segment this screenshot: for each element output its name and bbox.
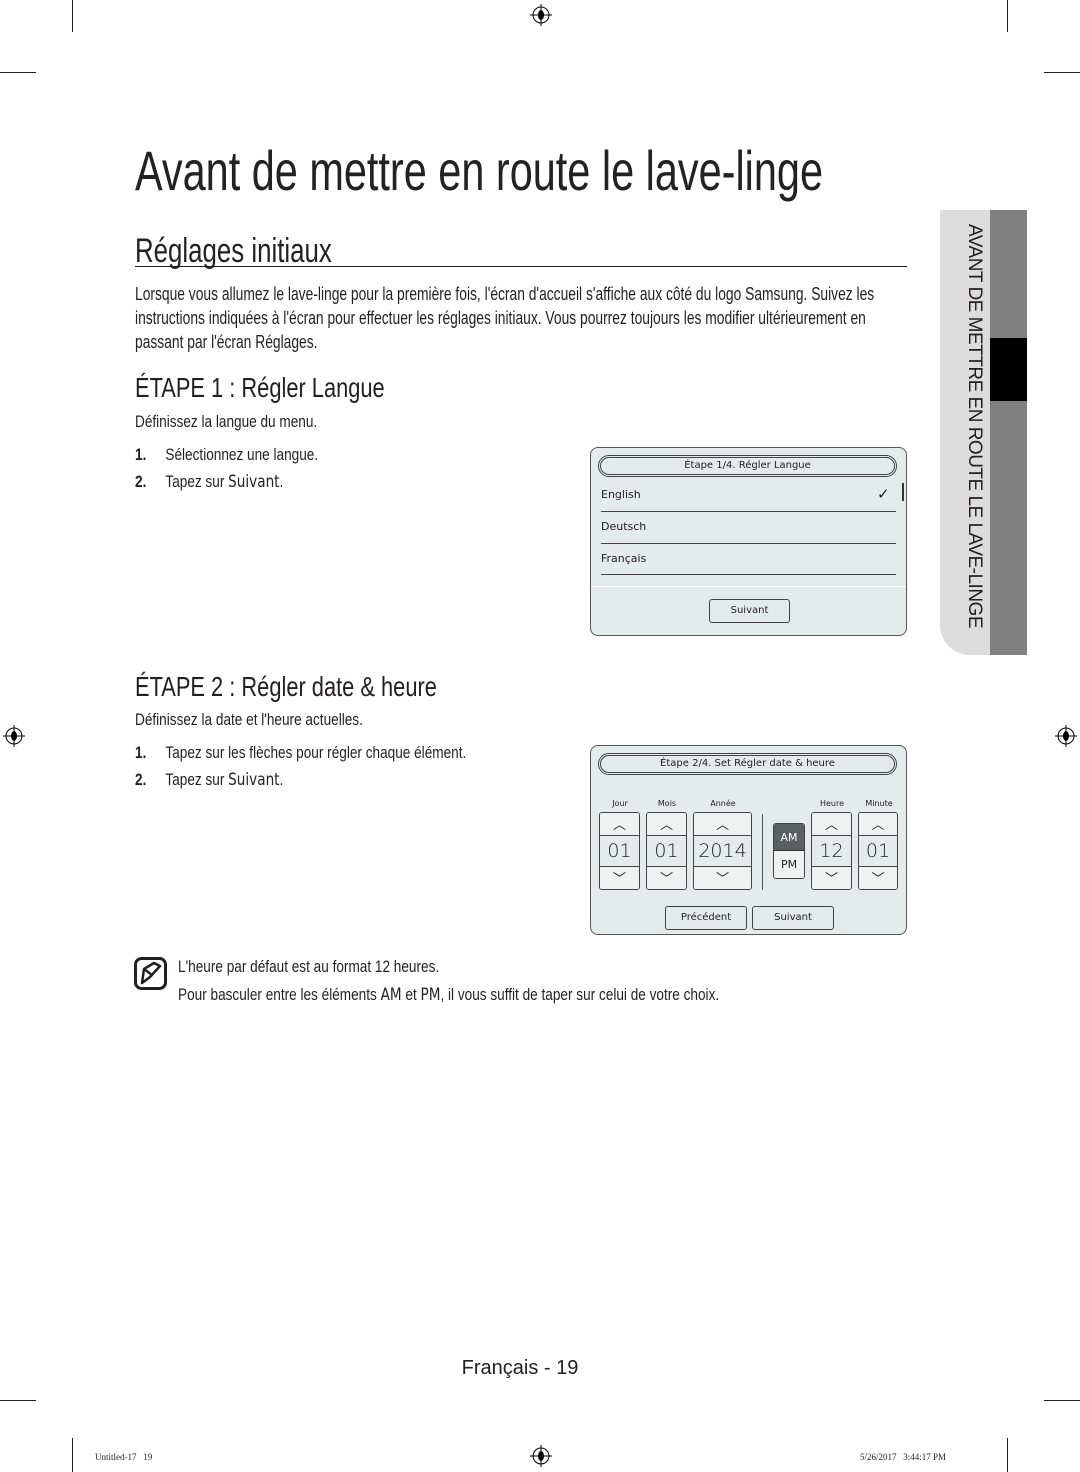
registration-mark-icon <box>3 725 25 747</box>
crop-mark <box>72 1438 73 1472</box>
hour-label: Heure <box>819 799 845 808</box>
chapter-tab-label: AVANT DE METTRE EN ROUTE LE LAVE-LINGE <box>964 224 985 629</box>
year-label: Année <box>710 799 736 808</box>
screen-title: Étape 2/4. Set Régler date & heure <box>598 753 897 775</box>
item-number: 2. <box>135 472 147 491</box>
item-bold: Suivant <box>228 770 280 790</box>
chevron-up-icon[interactable]: ︿ <box>859 813 897 836</box>
section-rule <box>135 266 907 267</box>
divider <box>601 511 896 512</box>
registration-mark-icon <box>530 1445 552 1467</box>
year-spinner: ︿ 2014 ﹀ <box>693 812 752 890</box>
divider <box>591 586 906 587</box>
hour-value: 12 <box>819 840 844 862</box>
language-option-francais[interactable]: Français <box>601 552 646 565</box>
step1-desc: Définissez la langue du menu. <box>135 412 318 431</box>
crop-mark <box>1007 0 1008 32</box>
item-end: . <box>279 472 284 491</box>
crop-mark <box>1044 1400 1080 1401</box>
item-number: 1. <box>135 445 147 464</box>
day-value: 01 <box>607 840 632 862</box>
item-text: Tapez sur <box>165 770 229 789</box>
note-icon <box>134 957 167 990</box>
step2-item: 1. Tapez sur les flèches pour régler chaq… <box>135 743 466 763</box>
chevron-down-icon[interactable]: ﹀ <box>647 866 686 889</box>
note-text: Pour basculer entre les éléments <box>178 985 381 1004</box>
note-text: et <box>401 985 421 1004</box>
month-label: Mois <box>657 799 677 808</box>
next-button[interactable]: Suivant <box>752 906 834 930</box>
chapter-tab-bar <box>990 210 1027 655</box>
check-icon: ✓ <box>877 486 890 503</box>
note-pm: PM <box>420 985 441 1005</box>
item-end: . <box>279 770 284 789</box>
registration-mark-icon <box>530 4 552 26</box>
chevron-down-icon[interactable]: ﹀ <box>859 866 897 889</box>
minute-spinner: ︿ 01 ﹀ <box>858 812 898 890</box>
chevron-up-icon[interactable]: ︿ <box>600 813 639 836</box>
step1-heading: ÉTAPE 1 : Régler Langue <box>135 372 385 403</box>
item-number: 1. <box>135 743 147 762</box>
note-text: , il vous suffit de taper sur celui de v… <box>440 985 720 1004</box>
chevron-down-icon[interactable]: ﹀ <box>812 866 851 889</box>
divider <box>762 814 763 890</box>
page-title: Avant de mettre en route le lave-linge <box>135 139 824 202</box>
chevron-up-icon[interactable]: ︿ <box>647 813 686 836</box>
crop-mark <box>72 0 73 32</box>
am-button[interactable]: AM <box>774 824 804 851</box>
item-text: Tapez sur les flèches pour régler chaque… <box>165 743 467 762</box>
pm-button[interactable]: PM <box>774 851 804 878</box>
language-option-deutsch[interactable]: Deutsch <box>601 520 646 533</box>
registration-mark-icon <box>1055 725 1077 747</box>
crop-mark <box>1044 72 1080 73</box>
language-option-english[interactable]: English <box>601 488 641 501</box>
step2-desc: Définissez la date et l'heure actuelles. <box>135 710 363 729</box>
item-text: Tapez sur <box>165 472 229 491</box>
chevron-down-icon[interactable]: ﹀ <box>600 866 639 889</box>
step1-item: 2. Tapez sur Suivant. <box>135 472 283 492</box>
divider <box>601 543 896 544</box>
item-bold: Suivant <box>228 472 280 492</box>
divider <box>601 574 896 575</box>
hour-spinner: ︿ 12 ﹀ <box>811 812 852 890</box>
previous-button[interactable]: Précédent <box>665 906 747 930</box>
item-text: Sélectionnez une langue. <box>165 445 319 464</box>
minute-value: 01 <box>865 840 891 862</box>
intro-paragraph: Lorsque vous allumez le lave-linge pour … <box>135 284 875 352</box>
crop-mark <box>0 1400 36 1401</box>
chevron-up-icon[interactable]: ︿ <box>812 813 851 836</box>
chevron-up-icon[interactable]: ︿ <box>694 813 751 836</box>
chapter-indicator <box>990 338 1027 401</box>
note-line-2: Pour basculer entre les éléments AM et P… <box>178 985 719 1005</box>
day-label: Jour <box>612 799 628 808</box>
item-number: 2. <box>135 770 147 789</box>
page-number: Français - 19 <box>461 1357 579 1379</box>
step1-item: 1. Sélectionnez une langue. <box>135 445 318 465</box>
step2-item: 2. Tapez sur Suivant. <box>135 770 283 790</box>
chevron-down-icon[interactable]: ﹀ <box>694 866 751 889</box>
note-line-1: L'heure par défaut est au format 12 heur… <box>178 957 440 976</box>
date-time-screen: Étape 2/4. Set Régler date & heure Jour … <box>590 745 907 935</box>
note-am: AM <box>380 985 402 1005</box>
crop-mark <box>0 72 36 73</box>
year-value: 2014 <box>698 840 747 862</box>
am-pm-toggle: AM PM <box>773 823 805 879</box>
month-spinner: ︿ 01 ﹀ <box>646 812 687 890</box>
next-button[interactable]: Suivant <box>709 599 790 623</box>
month-value: 01 <box>654 840 679 862</box>
day-spinner: ︿ 01 ﹀ <box>599 812 640 890</box>
screen-title: Étape 1/4. Régler Langue <box>598 455 897 477</box>
language-screen: Étape 1/4. Régler Langue English ✓ Deuts… <box>590 447 907 636</box>
step2-heading: ÉTAPE 2 : Régler date & heure <box>135 671 437 702</box>
minute-label: Minute <box>865 799 893 808</box>
crop-mark <box>1007 1438 1008 1472</box>
scrollbar[interactable] <box>902 483 904 501</box>
print-date: 5/26/2017 3:44:17 PM <box>860 1452 947 1462</box>
file-name: Untitled-17 19 <box>95 1452 153 1462</box>
